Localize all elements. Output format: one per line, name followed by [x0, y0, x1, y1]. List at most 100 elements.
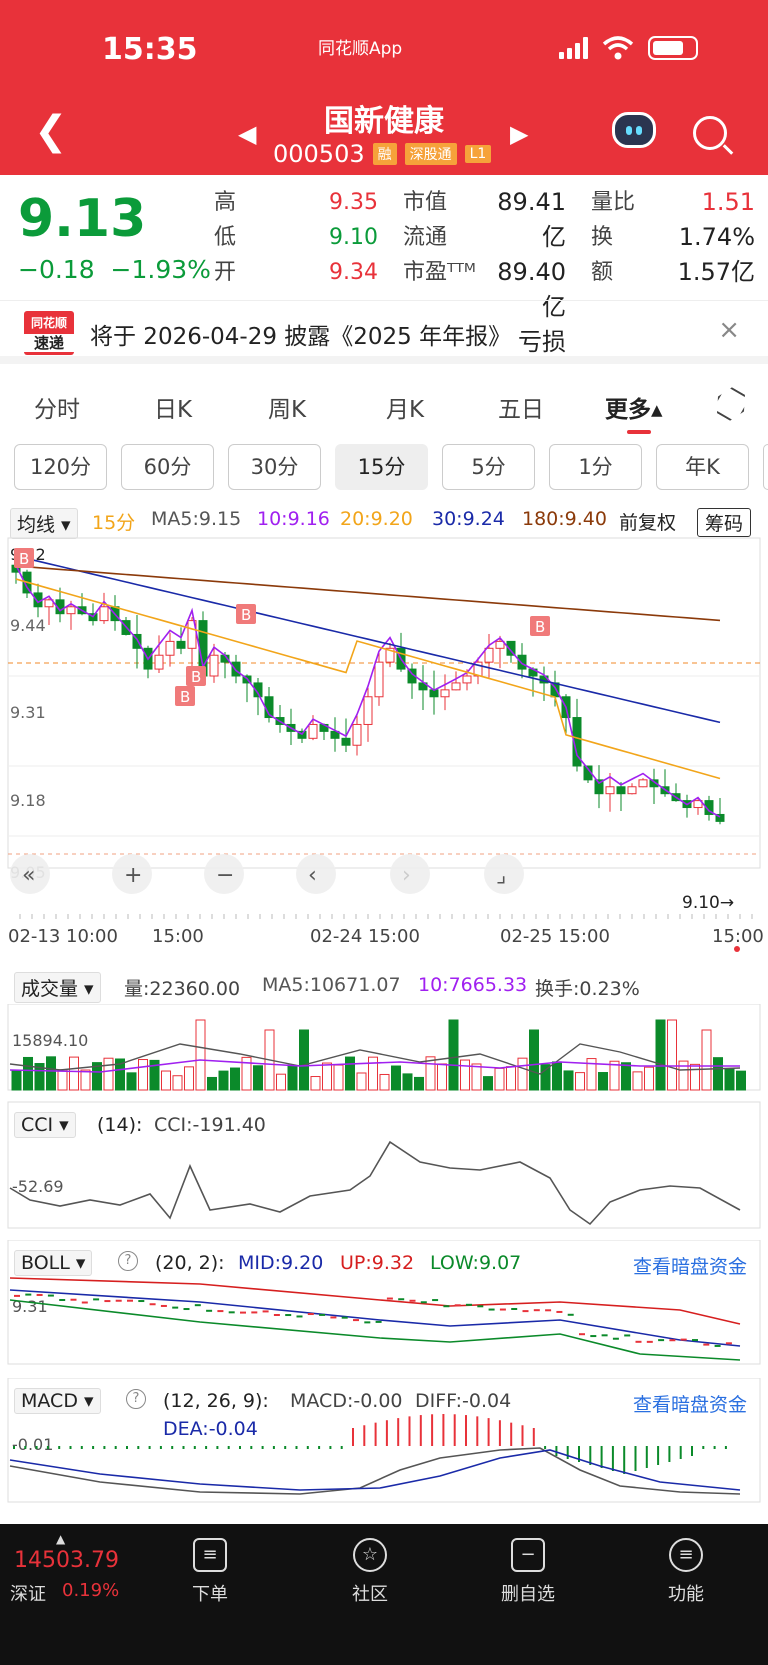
y-axis-label: 9.44 [10, 616, 46, 635]
volume-bar [184, 1066, 194, 1091]
candle-body [99, 606, 109, 622]
adjust-mode[interactable]: 前复权 [619, 508, 676, 535]
label-turnover: 换 [591, 225, 614, 250]
nav-community[interactable]: ☆ 社区 [320, 1538, 420, 1606]
nav-order[interactable]: ≡ 下单 [160, 1538, 260, 1606]
volume-bar [598, 1072, 608, 1091]
chip-distribution-button[interactable]: 筹码 [697, 508, 752, 537]
ma-selector[interactable]: 均线 ▾ [10, 508, 78, 539]
last-price-label: 9.10→ [682, 893, 734, 913]
buy-marker-label: B [19, 550, 29, 568]
volume-bar [207, 1076, 217, 1091]
volume-bar [46, 1056, 56, 1091]
ma180-value: 180:9.40 [522, 508, 607, 530]
volume-bar [713, 1057, 723, 1091]
nav-functions-label: 功能 [668, 1584, 704, 1605]
index-name: 深证 [10, 1584, 46, 1605]
value-volume-ratio: 1.51 [701, 188, 755, 216]
candle-body [374, 661, 384, 698]
volume-bar [437, 1063, 447, 1091]
nav-community-label: 社区 [352, 1584, 388, 1605]
candle-body [341, 737, 351, 746]
candle-body [616, 786, 626, 795]
volume-bar [138, 1059, 148, 1091]
chart-control-icon: « [22, 863, 35, 888]
robot-assistant-icon[interactable] [612, 112, 656, 148]
chart-control-icon: ‹ [308, 863, 317, 888]
volume-bar [103, 1057, 114, 1091]
cci-line [9, 1140, 741, 1226]
menu-circle-icon: ≡ [669, 1538, 703, 1572]
volume-bar [529, 1029, 539, 1091]
status-app-name: 同花顺App [318, 39, 403, 59]
value-amount: 1.57亿 [677, 258, 755, 286]
stock-code: 000503 [273, 140, 365, 168]
period-60min[interactable]: 60分 [121, 444, 214, 490]
next-stock-icon[interactable]: ▶ [510, 120, 528, 148]
badge-margin: 融 [372, 143, 397, 165]
buy-marker-label: B [180, 688, 190, 706]
volume-bar [80, 1069, 91, 1091]
kline-frame [7, 537, 761, 869]
tab-monthly[interactable]: 月K [386, 390, 424, 424]
value-market-cap: 89.41亿 [497, 188, 566, 251]
battery-icon [648, 36, 698, 60]
volume-bar [736, 1070, 746, 1091]
x-axis-label: 02-25 15:00 [500, 926, 610, 947]
ma10-value: 10:9.16 [257, 508, 330, 530]
nav-functions[interactable]: ≡ 功能 [636, 1538, 736, 1606]
buy-marker-label: B [191, 668, 201, 686]
kline-chart[interactable]: 9.529.449.319.189.05BBBBB«+−‹›⌟9.10→02-1… [0, 536, 768, 956]
nav-remove-watchlist[interactable]: − 删自选 [478, 1538, 578, 1606]
search-icon[interactable] [693, 116, 727, 150]
notice-bar[interactable]: 同花顺 速递 将于 2026-04-29 披露《2025 年年报》 × [0, 300, 768, 364]
chart-control-icon: ⌟ [496, 863, 506, 888]
volume-bar [540, 1064, 551, 1091]
label-pe: 市盈ᵀᵀᴹ [403, 260, 476, 285]
macd-y-label: -0.01 [12, 1435, 53, 1454]
volume-selector[interactable]: 成交量 ▾ [14, 972, 101, 1003]
volume-value: 量:22360.00 [124, 978, 241, 1000]
index-value[interactable]: 14503.79 [14, 1548, 119, 1573]
volume-bar [172, 1075, 183, 1091]
period-1min[interactable]: 1分 [549, 444, 642, 490]
ma20-value: 20:9.20 [340, 508, 413, 530]
tab-weekly[interactable]: 周K [268, 390, 306, 424]
candle-body [176, 640, 186, 649]
volume-chart: 15894.10 [7, 1004, 761, 1091]
prev-stock-icon[interactable]: ◀ [238, 120, 256, 148]
tab-five-day[interactable]: 五日 [498, 390, 544, 424]
candle-body [462, 675, 472, 684]
settings-icon[interactable] [711, 384, 752, 425]
ma5-value: MA5:9.15 [151, 508, 242, 530]
last-price: 9.13 [18, 189, 147, 249]
quote-values-col3: 1.51 1.74% 1.57亿 [660, 185, 755, 290]
volume-bar [299, 1029, 309, 1091]
period-5min[interactable]: 5分 [442, 444, 535, 490]
boll-y-label: 9.31 [12, 1297, 48, 1316]
period-120min[interactable]: 120分 [14, 444, 107, 490]
period-yearly[interactable]: 年K [656, 444, 749, 490]
volume-bar [402, 1073, 413, 1091]
nav-order-label: 下单 [192, 1584, 228, 1605]
volume-bar [11, 1070, 22, 1091]
volume-bar [690, 1063, 700, 1091]
chart-control-icon: › [402, 863, 411, 888]
volume-bar [23, 1056, 33, 1091]
expand-up-icon[interactable]: ▲ [56, 1532, 65, 1546]
ma180-line [15, 565, 721, 622]
period-30min[interactable]: 30分 [228, 444, 321, 490]
boll-chart: 9.31 [7, 1240, 761, 1365]
candle-body [440, 689, 450, 698]
document-icon: ≡ [193, 1538, 227, 1572]
close-icon[interactable]: × [718, 315, 740, 345]
volume-bar [368, 1056, 378, 1091]
period-15min[interactable]: 15分 [335, 444, 428, 490]
app-header: 15:35 同花顺App ❮ 国新健康 ◀ ▶ 000503 融 深股通 L1 [0, 0, 768, 175]
label-low: 低 [214, 225, 237, 250]
tab-intraday[interactable]: 分时 [34, 390, 80, 424]
volume-bar [218, 1070, 229, 1091]
ma-legend: 均线 ▾ 15分 MA5:9.15 10:9.16 20:9.20 30:9.2… [0, 504, 768, 539]
tab-daily[interactable]: 日K [154, 390, 192, 424]
tab-more[interactable]: 更多▴ [605, 390, 663, 424]
